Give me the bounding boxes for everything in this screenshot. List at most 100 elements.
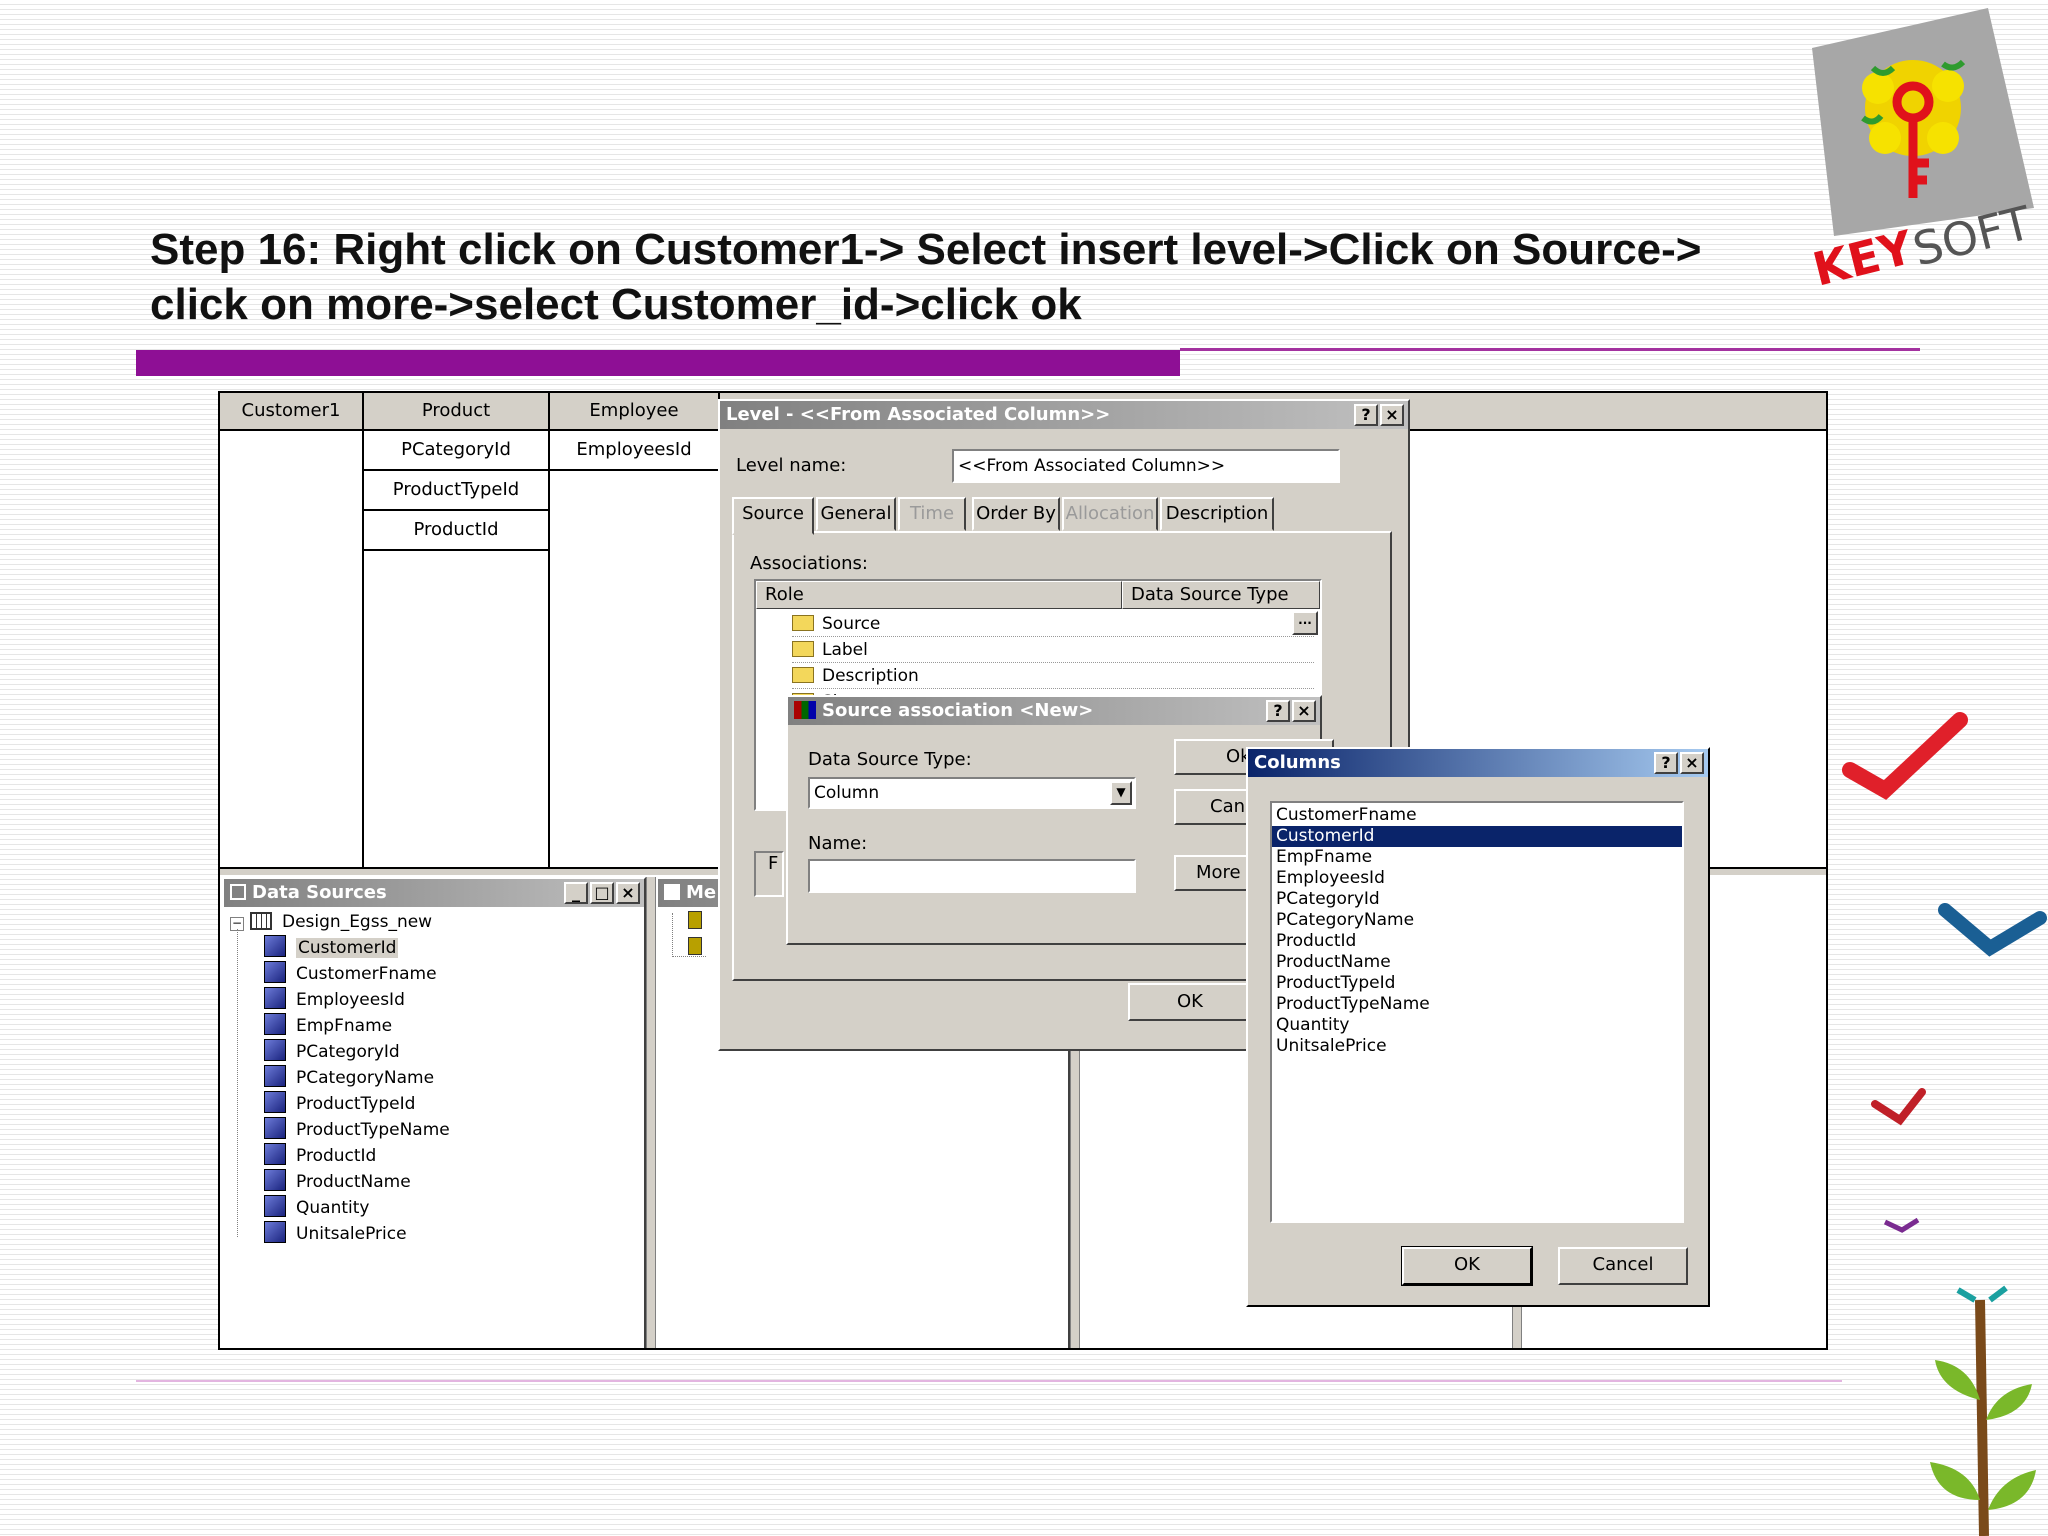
column-list-item[interactable]: ProductName	[1272, 952, 1682, 973]
grid-cell-productid[interactable]: ProductId	[364, 511, 548, 551]
close-button[interactable]: ×	[616, 882, 640, 904]
column-cube-icon	[264, 1039, 286, 1061]
folder-icon	[792, 641, 814, 657]
role-label: Source	[822, 614, 881, 634]
data-source-item[interactable]: ProductTypeId	[264, 1091, 450, 1117]
maximize-button[interactable]: □	[590, 882, 614, 904]
grid-cell-employeesid[interactable]: EmployeesId	[550, 431, 718, 471]
tree-root[interactable]: − Design_Egss_new	[230, 909, 432, 935]
slide-title: Step 16: Right click on Customer1-> Sele…	[150, 222, 1750, 332]
col-header-role[interactable]: Role	[756, 581, 1122, 609]
column-cube-icon	[264, 1169, 286, 1191]
role-row-description[interactable]: Description	[792, 663, 1314, 689]
data-source-item[interactable]: EmployeesId	[264, 987, 450, 1013]
close-button[interactable]: ×	[1380, 404, 1404, 426]
source-association-dialog: Source association <New> ? × Data Source…	[786, 695, 1334, 945]
col-header-data-source-type[interactable]: Data Source Type	[1122, 581, 1320, 609]
data-source-item[interactable]: EmpFname	[264, 1013, 450, 1039]
panel-splitter[interactable]	[646, 877, 656, 1348]
data-sources-panel: Data Sources _ □ × − Design_Egss_new Cust…	[222, 877, 646, 1348]
columns-items: CustomerFname CustomerId EmpFname Employees…	[1272, 805, 1682, 1057]
tab-time: Time	[898, 497, 966, 531]
data-source-type-select[interactable]: Column ▼	[808, 777, 1136, 809]
column-cube-icon	[264, 1013, 286, 1035]
data-source-item[interactable]: ProductTypeName	[264, 1117, 450, 1143]
ellipsis-button[interactable]: ...	[1292, 611, 1318, 635]
data-sources-tree: − Design_Egss_new CustomerId CustomerFname…	[224, 907, 644, 1348]
column-list-item[interactable]: EmpFname	[1272, 847, 1682, 868]
help-button[interactable]: ?	[1266, 700, 1290, 722]
data-source-item[interactable]: ProductName	[264, 1169, 450, 1195]
minimize-button[interactable]: _	[564, 882, 588, 904]
data-source-item-label: CustomerFname	[296, 964, 437, 984]
column-list-item[interactable]: PCategoryName	[1272, 910, 1682, 931]
source-association-title: Source association <New>	[822, 700, 1094, 721]
column-list-item[interactable]: UnitsalePrice	[1272, 1036, 1682, 1057]
panel-splitter[interactable]	[1070, 1041, 1080, 1348]
source-association-titlebar: Source association <New> ? ×	[788, 697, 1320, 725]
folder-icon	[792, 615, 814, 631]
column-list-item[interactable]: ProductId	[1272, 931, 1682, 952]
grid-header-product[interactable]: Product	[364, 393, 550, 431]
data-source-item-label: ProductName	[296, 1172, 411, 1192]
measures-title: Me	[686, 882, 717, 903]
help-button[interactable]: ?	[1354, 404, 1378, 426]
column-cube-icon	[264, 1221, 286, 1243]
column-list-item[interactable]: PCategoryId	[1272, 889, 1682, 910]
grid-cell-pcategoryid[interactable]: PCategoryId	[364, 431, 548, 471]
data-source-item-label: UnitsalePrice	[296, 1224, 407, 1244]
level-ok-button[interactable]: OK	[1128, 983, 1252, 1021]
chevron-down-icon[interactable]: ▼	[1110, 781, 1132, 805]
tab-source[interactable]: Source	[732, 497, 814, 535]
measure-icon	[688, 937, 702, 955]
app-icon	[794, 701, 816, 719]
panel-icon	[230, 884, 246, 900]
data-source-item-label: EmployeesId	[296, 990, 405, 1010]
data-source-item-label: ProductTypeName	[296, 1120, 450, 1140]
columns-cancel-button[interactable]: Cancel	[1558, 1247, 1688, 1285]
column-list-item[interactable]: ProductTypeId	[1272, 973, 1682, 994]
level-name-field[interactable]: <<From Associated Column>>	[952, 449, 1340, 483]
plant-stem-icon	[1975, 1299, 1989, 1536]
role-label: Description	[822, 666, 919, 686]
column-list-item[interactable]: ProductTypeName	[1272, 994, 1682, 1015]
data-source-item[interactable]: PCategoryId	[264, 1039, 450, 1065]
columns-ok-button[interactable]: OK	[1401, 1246, 1533, 1286]
columns-listbox[interactable]: CustomerFname CustomerId EmpFname Employees…	[1270, 801, 1684, 1223]
help-button[interactable]: ?	[1654, 752, 1678, 774]
level-tabs: Source General Time Order By Allocation …	[732, 497, 1388, 535]
column-list-item[interactable]: EmployeesId	[1272, 868, 1682, 889]
data-source-item[interactable]: CustomerId	[264, 935, 450, 961]
column-list-item[interactable]: CustomerId	[1272, 826, 1682, 847]
svg-text:KEY: KEY	[1808, 220, 1919, 297]
grid-header-customer1[interactable]: Customer1	[220, 393, 364, 431]
tree-guide	[237, 929, 238, 1237]
grid-cell-producttypeid[interactable]: ProductTypeId	[364, 471, 548, 511]
column-list-item[interactable]: Quantity	[1272, 1015, 1682, 1036]
column-cube-icon	[264, 1065, 286, 1087]
close-button[interactable]: ×	[1680, 752, 1704, 774]
grid-header-employee[interactable]: Employee	[550, 393, 720, 431]
column-list-item[interactable]: CustomerFname	[1272, 805, 1682, 826]
role-row-label[interactable]: Label	[792, 637, 1314, 663]
data-source-item[interactable]: CustomerFname	[264, 961, 450, 987]
keysoft-logo: KEY SOFT	[1808, 8, 2038, 298]
role-label: Label	[822, 640, 868, 660]
red-check-icon	[1842, 712, 1968, 800]
data-source-item[interactable]: ProductId	[264, 1143, 450, 1169]
tab-general[interactable]: General	[816, 497, 896, 531]
column-cube-icon	[264, 987, 286, 1009]
columns-titlebar: Columns ? ×	[1248, 749, 1708, 777]
database-table-icon	[250, 912, 272, 930]
column-cube-icon	[264, 1195, 286, 1217]
tab-order-by[interactable]: Order By	[972, 497, 1060, 531]
data-source-item[interactable]: PCategoryName	[264, 1065, 450, 1091]
data-source-item[interactable]: UnitsalePrice	[264, 1221, 450, 1247]
close-button[interactable]: ×	[1292, 700, 1316, 722]
data-source-item[interactable]: Quantity	[264, 1195, 450, 1221]
name-field[interactable]	[808, 859, 1136, 893]
title-underline-thin	[1180, 348, 1920, 351]
tab-description[interactable]: Description	[1160, 497, 1274, 531]
columns-dialog: Columns ? × CustomerFname CustomerId EmpFn…	[1246, 747, 1710, 1307]
role-row-source[interactable]: Source	[792, 611, 1314, 637]
